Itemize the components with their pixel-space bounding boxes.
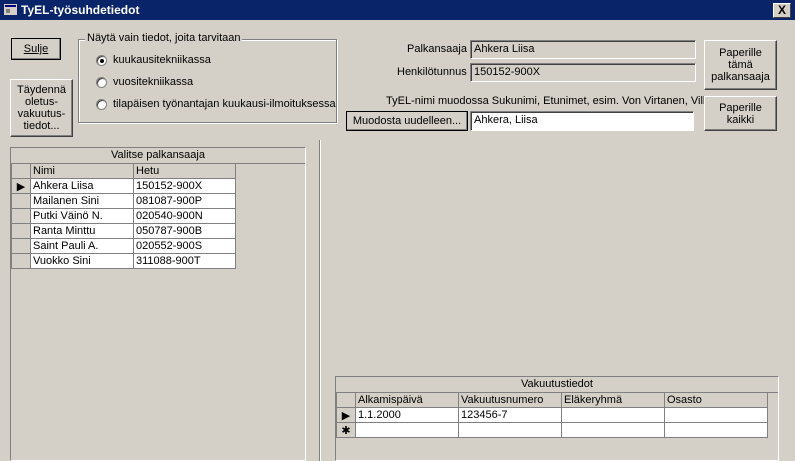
column-header-dept[interactable]: Osasto xyxy=(664,392,768,408)
current-row-icon: ▶ xyxy=(336,407,356,423)
row-selector[interactable] xyxy=(11,253,31,269)
employee-grid-caption: Valitse palkansaaja xyxy=(11,148,305,164)
row-header-corner xyxy=(11,163,31,179)
paper-this-button[interactable]: Paperille tämä palkansaaja xyxy=(704,40,777,90)
table-row[interactable]: Ranta Minttu 050787-900B xyxy=(11,223,236,239)
insurance-grid: Vakuutustiedot Alkamispäivä Vakuutusnume… xyxy=(335,376,779,461)
paper-all-label: Paperille kaikki xyxy=(719,101,762,126)
cell-hetu[interactable]: 081087-900P xyxy=(133,193,236,209)
filter-legend: Näytä vain tiedot, joita tarvitaan xyxy=(85,32,243,44)
tyel-name-label: TyEL-nimi muodossa Sukunimi, Etunimet, e… xyxy=(386,95,712,107)
table-row[interactable]: ▶ 1.1.2000 123456-7 xyxy=(336,407,768,423)
cell-group[interactable] xyxy=(561,422,665,438)
radio-yearly-label[interactable]: vuositekniikassa xyxy=(113,76,193,88)
table-row[interactable]: Vuokko Sini 311088-900T xyxy=(11,253,236,269)
row-selector[interactable] xyxy=(11,238,31,254)
radio-yearly[interactable] xyxy=(96,77,107,88)
cell-name[interactable]: Ranta Minttu xyxy=(30,223,134,239)
current-row-icon: ▶ xyxy=(11,178,31,194)
table-row[interactable]: Saint Pauli A. 020552-900S xyxy=(11,238,236,254)
employee-name-field: Ahkera Liisa xyxy=(470,40,696,59)
regenerate-button[interactable]: Muodosta uudelleen... xyxy=(346,111,468,131)
regenerate-label: Muodosta uudelleen... xyxy=(352,115,462,127)
table-row[interactable]: ▶ Ahkera Liisa 150152-900X xyxy=(11,178,236,194)
insurance-grid-caption: Vakuutustiedot xyxy=(336,377,778,393)
employee-id-label: Henkilötunnus xyxy=(397,66,467,78)
cell-hetu[interactable]: 311088-900T xyxy=(133,253,236,269)
employee-id-field: 150152-900X xyxy=(470,63,696,82)
vertical-divider xyxy=(319,140,320,461)
cell-number[interactable]: 123456-7 xyxy=(458,407,562,423)
employee-table: Nimi Hetu ▶ Ahkera Liisa 150152-900X Mai… xyxy=(11,163,236,269)
row-header-corner xyxy=(336,392,356,408)
fill-defaults-label: Täydennä oletus-vakuutus-tiedot... xyxy=(17,84,66,132)
window-title: TyEL-työsuhdetiedot xyxy=(21,3,140,17)
cell-name[interactable]: Ahkera Liisa xyxy=(30,178,134,194)
row-selector[interactable] xyxy=(11,208,31,224)
new-row-icon: ✱ xyxy=(336,422,356,438)
cell-start[interactable] xyxy=(355,422,459,438)
employee-grid: Valitse palkansaaja Nimi Hetu ▶ Ahkera L… xyxy=(10,147,306,461)
cell-start[interactable]: 1.1.2000 xyxy=(355,407,459,423)
cell-name[interactable]: Mailanen Sini xyxy=(30,193,134,209)
app-icon xyxy=(4,4,17,15)
cell-dept[interactable] xyxy=(664,422,768,438)
row-selector[interactable] xyxy=(11,223,31,239)
close-window-button[interactable]: X xyxy=(773,3,791,18)
cell-number[interactable] xyxy=(458,422,562,438)
cell-hetu[interactable]: 020552-900S xyxy=(133,238,236,254)
insurance-table: Alkamispäivä Vakuutusnumero Eläkeryhmä O… xyxy=(336,392,768,438)
column-header-hetu[interactable]: Hetu xyxy=(133,163,236,179)
tyel-name-input[interactable]: Ahkera, Liisa xyxy=(470,111,694,131)
cell-dept[interactable] xyxy=(664,407,768,423)
table-row[interactable]: Putki Väinö N. 020540-900N xyxy=(11,208,236,224)
fill-defaults-button[interactable]: Täydennä oletus-vakuutus-tiedot... xyxy=(10,79,73,137)
close-button[interactable]: Sulje xyxy=(11,38,61,60)
paper-this-label: Paperille tämä palkansaaja xyxy=(711,47,770,83)
row-selector[interactable] xyxy=(11,193,31,209)
cell-hetu[interactable]: 150152-900X xyxy=(133,178,236,194)
employee-name-label: Palkansaaja xyxy=(407,43,467,55)
column-header-name[interactable]: Nimi xyxy=(30,163,134,179)
cell-group[interactable] xyxy=(561,407,665,423)
column-header-group[interactable]: Eläkeryhmä xyxy=(561,392,665,408)
cell-name[interactable]: Putki Väinö N. xyxy=(30,208,134,224)
radio-temporary[interactable] xyxy=(96,99,107,110)
column-header-start[interactable]: Alkamispäivä xyxy=(355,392,459,408)
cell-hetu[interactable]: 020540-900N xyxy=(133,208,236,224)
radio-monthly[interactable] xyxy=(96,55,107,66)
cell-name[interactable]: Vuokko Sini xyxy=(30,253,134,269)
radio-temporary-label[interactable]: tilapäisen työnantajan kuukausi-ilmoituk… xyxy=(113,98,336,110)
cell-name[interactable]: Saint Pauli A. xyxy=(30,238,134,254)
table-row[interactable]: Mailanen Sini 081087-900P xyxy=(11,193,236,209)
cell-hetu[interactable]: 050787-900B xyxy=(133,223,236,239)
title-bar: TyEL-työsuhdetiedot X xyxy=(0,0,795,20)
close-button-label: Sulje xyxy=(23,43,49,55)
radio-monthly-label[interactable]: kuukausitekniikassa xyxy=(113,54,211,66)
table-row[interactable]: ✱ xyxy=(336,422,768,438)
paper-all-button[interactable]: Paperille kaikki xyxy=(704,96,777,131)
column-header-number[interactable]: Vakuutusnumero xyxy=(458,392,562,408)
